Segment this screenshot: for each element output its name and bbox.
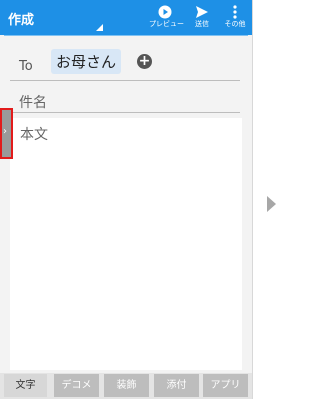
- send-button[interactable]: 送信: [186, 5, 218, 29]
- dropdown-corner-icon[interactable]: [96, 24, 103, 31]
- highlight-box: [0, 108, 13, 159]
- tab-text[interactable]: 文字: [4, 374, 47, 397]
- plus-circle-icon: +: [138, 53, 151, 69]
- preview-label: プレビュー: [149, 20, 184, 28]
- to-divider: [10, 80, 240, 81]
- send-icon: [196, 6, 208, 18]
- recipient-chip[interactable]: お母さん: [51, 49, 122, 74]
- subject-divider: [10, 112, 240, 113]
- more-vertical-icon: [233, 5, 237, 19]
- body-field[interactable]: 本文: [10, 118, 242, 370]
- tab-apps[interactable]: アプリ: [203, 374, 248, 397]
- more-label: その他: [224, 20, 246, 28]
- add-recipient-button[interactable]: +: [137, 54, 152, 69]
- screen-title: 作成: [8, 13, 35, 28]
- subject-field[interactable]: 件名: [19, 92, 47, 112]
- app-bar: 作成 プレビュー 送信 その他: [0, 0, 252, 35]
- body-placeholder: 本文: [20, 127, 48, 143]
- tab-attach[interactable]: 添付: [154, 374, 199, 397]
- compose-screen: 作成 プレビュー 送信 その他 To お母さん + 件名 本文 › 文字 デコメ…: [0, 0, 253, 399]
- to-label: To: [19, 59, 33, 74]
- play-icon: [158, 5, 172, 19]
- preview-button[interactable]: プレビュー: [149, 5, 184, 29]
- triangle-right-icon: [267, 196, 276, 212]
- tab-decome[interactable]: デコメ: [54, 374, 99, 397]
- appbar-divider: [4, 35, 248, 36]
- more-button[interactable]: その他: [219, 5, 251, 29]
- to-row[interactable]: To お母さん +: [0, 44, 252, 82]
- tab-decoration[interactable]: 装飾: [104, 374, 149, 397]
- bottom-toolbar: 文字 デコメ 装飾 添付 アプリ: [0, 373, 252, 399]
- send-label: 送信: [195, 20, 209, 28]
